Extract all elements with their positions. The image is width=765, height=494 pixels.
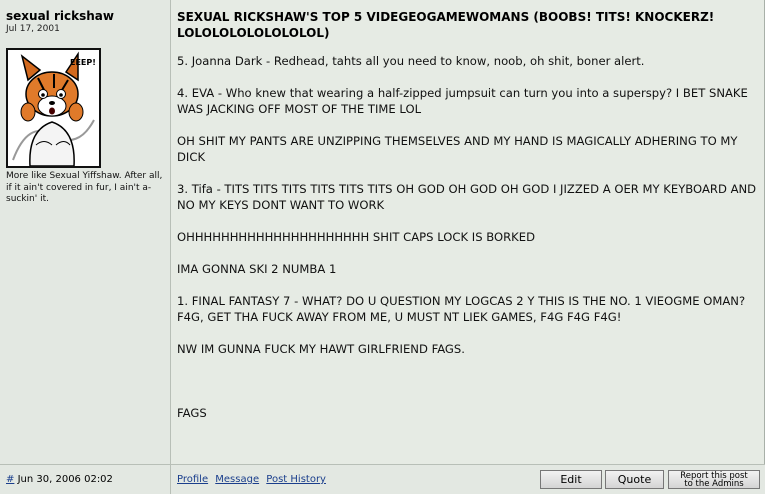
post-paragraph: NW IM GUNNA FUCK MY HAWT GIRLFRIEND FAGS… (177, 342, 465, 356)
username[interactable]: sexual rickshaw (6, 9, 114, 23)
avatar-image: EEEP! (8, 50, 99, 166)
avatar-caption: EEEP! (70, 58, 96, 67)
post-paragraph: OHHHHHHHHHHHHHHHHHHHHH SHIT CAPS LOCK IS… (177, 230, 536, 244)
quote-button[interactable]: Quote (605, 470, 664, 489)
post-timestamp: Jun 30, 2006 02:02 (17, 474, 113, 485)
post-history-link[interactable]: Post History (266, 474, 326, 485)
user-links: Profile Message Post History (177, 474, 330, 485)
report-post-button[interactable]: Report this post to the Admins (668, 470, 760, 489)
edit-button[interactable]: Edit (540, 470, 602, 489)
profile-link[interactable]: Profile (177, 474, 208, 485)
user-custom-title: More like Sexual Yiffshaw. After all, if… (6, 171, 163, 204)
avatar: EEEP! (6, 48, 101, 168)
user-info-panel: sexual rickshaw Jul 17, 2001 EEEP! More … (0, 0, 171, 464)
post-footer: # Jun 30, 2006 02:02 Profile Message Pos… (0, 464, 765, 494)
post-paragraph: FAGS (177, 406, 207, 420)
post-title: SEXUAL RICKSHAW'S TOP 5 VIDEGEOGAMEWOMAN… (177, 10, 715, 40)
report-label-line2: to the Admins (684, 479, 744, 489)
forum-post: sexual rickshaw Jul 17, 2001 EEEP! More … (0, 0, 765, 494)
join-date: Jul 17, 2001 (6, 24, 60, 34)
post-paragraph: 1. FINAL FANTASY 7 - WHAT? DO U QUESTION… (177, 294, 746, 324)
post-paragraph: OH SHIT MY PANTS ARE UNZIPPING THEMSELVE… (177, 134, 738, 164)
post-date: # Jun 30, 2006 02:02 (6, 474, 113, 485)
permalink-link[interactable]: # (6, 474, 14, 485)
post-paragraph: 3. Tifa - TITS TITS TITS TITS TITS TITS … (177, 182, 757, 212)
post-body-panel: SEXUAL RICKSHAW'S TOP 5 VIDEGEOGAMEWOMAN… (171, 0, 764, 464)
post-paragraph: 4. EVA - Who knew that wearing a half-zi… (177, 86, 748, 116)
post-paragraph: 5. Joanna Dark - Redhead, tahts all you … (177, 54, 645, 68)
post-paragraph: IMA GONNA SKI 2 NUMBA 1 (177, 262, 337, 276)
message-link[interactable]: Message (215, 474, 259, 485)
post-date-cell: # Jun 30, 2006 02:02 (0, 465, 171, 494)
post-text: 5. Joanna Dark - Redhead, tahts all you … (177, 53, 759, 437)
